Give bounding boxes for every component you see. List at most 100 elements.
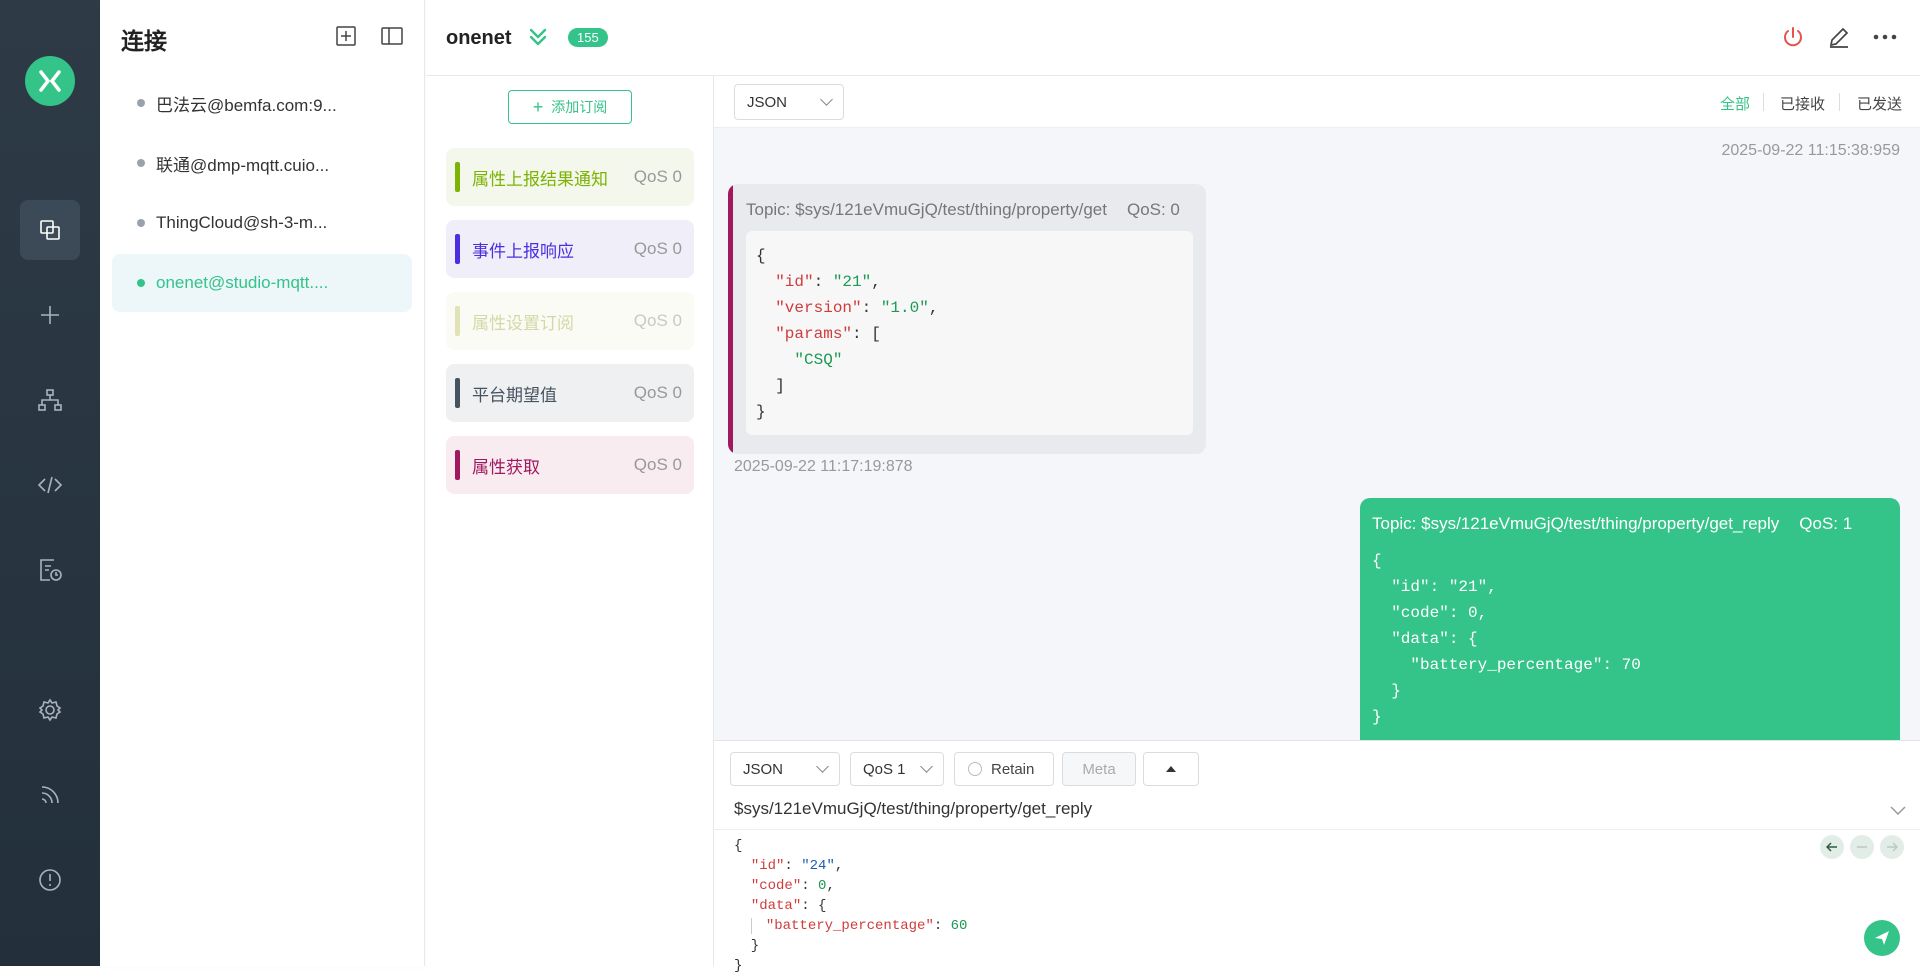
topic-qos: QoS 0 <box>633 455 682 474</box>
connections-title: 连接 <box>121 28 167 54</box>
message-filter-bar: JSON 全部 已接收 已发送 <box>714 76 1920 128</box>
arrow-right-icon[interactable] <box>1880 835 1904 859</box>
connection-item[interactable]: 联通@dmp-mqtt.cuio... <box>112 134 412 192</box>
add-subscription-label: 添加订阅 <box>551 99 608 115</box>
double-chevron-down-icon[interactable] <box>528 26 548 53</box>
payload-editor[interactable]: { "id": "24", "code": 0, "data": { "batt… <box>714 829 1920 974</box>
new-connection-icon[interactable] <box>20 285 80 345</box>
message-payload: { "id": "21", "version": "1.0", "params"… <box>746 231 1193 435</box>
chevron-down-icon[interactable] <box>1890 803 1906 821</box>
payload-code-value: 0 <box>818 878 827 894</box>
connection-header: onenet 155 <box>426 0 1920 76</box>
payload-id: "21" <box>832 273 872 291</box>
topic-alias: 属性上报结果通知 <box>472 169 608 189</box>
meta-label: Meta <box>1082 760 1116 778</box>
filter-received-tab[interactable]: 已接收 <box>1780 93 1825 114</box>
message-payload: { "id": "21", "code": 0, "data": { "batt… <box>1372 552 1641 726</box>
received-message[interactable]: Topic: $sys/121eVmuGjQ/test/thing/proper… <box>728 184 1206 454</box>
payload-param: "CSQ" <box>794 351 843 369</box>
subscription-item[interactable]: 平台期望值 QoS 0 <box>446 364 694 422</box>
meta-button[interactable]: Meta <box>1062 752 1136 786</box>
toggle-sidebar-icon[interactable] <box>380 24 404 48</box>
connections-icon[interactable] <box>20 200 80 260</box>
payload-code: 0 <box>1468 604 1478 622</box>
topic-qos: QoS 0 <box>633 311 682 330</box>
message-list[interactable]: JSON 全部 已接收 已发送 2025-09-22 11:15:38:959 … <box>714 76 1920 740</box>
status-dot <box>137 279 145 287</box>
topic-color-bar <box>455 234 460 264</box>
topology-icon[interactable] <box>20 370 80 430</box>
divider <box>1839 93 1840 111</box>
topic-color-bar <box>455 450 460 480</box>
payload-id: "24" <box>801 858 835 874</box>
message-topic: Topic: $sys/121eVmuGjQ/test/thing/proper… <box>746 200 1180 220</box>
topic-alias: 属性获取 <box>472 457 540 477</box>
connection-item-active[interactable]: onenet@studio-mqtt.... <box>112 254 412 312</box>
payload-code: { "id": "24", "code": 0, "data": { "batt… <box>734 838 968 974</box>
send-icon[interactable] <box>1864 920 1900 956</box>
topic-qos: QoS 0 <box>633 239 682 258</box>
topic-alias: 事件上报响应 <box>472 241 574 261</box>
radio-icon <box>968 762 982 776</box>
subscription-item[interactable]: 属性上报结果通知 QoS 0 <box>446 148 694 206</box>
divider <box>1763 93 1764 111</box>
connection-label: 巴法云@bemfa.com:9... <box>156 95 337 115</box>
format-value: JSON <box>743 760 784 778</box>
qos-value: QoS 1 <box>863 760 906 778</box>
topic-qos: QoS 0 <box>633 167 682 186</box>
sent-message[interactable]: Topic: $sys/121eVmuGjQ/test/thing/proper… <box>1360 498 1900 740</box>
subscription-item[interactable]: 事件上报响应 QoS 0 <box>446 220 694 278</box>
script-icon[interactable] <box>20 455 80 515</box>
connection-label: 联通@dmp-mqtt.cuio... <box>156 155 330 175</box>
publish-qos-select[interactable]: QoS 1 <box>850 752 944 786</box>
more-options-icon[interactable] <box>1870 22 1900 52</box>
topic-alias: 属性设置订阅 <box>472 313 574 333</box>
log-icon[interactable] <box>20 540 80 600</box>
qos-text: QoS: 1 <box>1799 514 1853 533</box>
edit-icon[interactable] <box>1824 22 1854 52</box>
topic-color-bar <box>455 306 460 336</box>
disconnect-power-icon[interactable] <box>1778 22 1808 52</box>
subscriptions-panel: + 添加订阅 属性上报结果通知 QoS 0 事件上报响应 QoS 0 属性设置订阅 Qo… <box>426 76 714 966</box>
retain-label: Retain <box>991 760 1035 778</box>
connection-name: onenet <box>446 27 512 49</box>
logo-icon[interactable] <box>25 56 75 106</box>
connection-label: onenet@studio-mqtt.... <box>156 273 329 292</box>
connection-label: ThingCloud@sh-3-m... <box>156 213 328 232</box>
topic-alias: 平台期望值 <box>472 385 557 405</box>
format-value: JSON <box>747 93 788 111</box>
payload-version: "1.0" <box>880 299 929 317</box>
left-nav <box>0 0 100 966</box>
subscription-item[interactable]: 属性获取 QoS 0 <box>446 436 694 494</box>
subscription-item[interactable]: 属性设置订阅 QoS 0 <box>446 292 694 350</box>
arrow-left-icon[interactable] <box>1820 835 1844 859</box>
about-icon[interactable] <box>20 850 80 910</box>
filter-sent-tab[interactable]: 已发送 <box>1857 93 1902 114</box>
settings-icon[interactable] <box>20 680 80 740</box>
message-timestamp: 2025-09-22 11:15:38:959 <box>1721 142 1900 159</box>
status-dot <box>137 219 145 227</box>
topic-color-bar <box>728 184 733 454</box>
connection-item[interactable]: ThingCloud@sh-3-m... <box>112 194 412 252</box>
chevron-down-icon <box>816 760 829 773</box>
connection-item[interactable]: 巴法云@bemfa.com:9... <box>112 74 412 132</box>
subscribe-feed-icon[interactable] <box>20 765 80 825</box>
new-connection-plus-icon[interactable] <box>334 24 358 48</box>
qos-text: QoS: 0 <box>1126 200 1180 219</box>
payload-format-select[interactable]: JSON <box>734 84 844 120</box>
retain-toggle[interactable]: Retain <box>954 752 1054 786</box>
minus-icon[interactable] <box>1850 835 1874 859</box>
chevron-down-icon <box>920 760 933 773</box>
publish-format-select[interactable]: JSON <box>730 752 840 786</box>
publish-topic-input[interactable]: $sys/121eVmuGjQ/test/thing/property/get_… <box>734 799 1092 819</box>
filter-all-tab[interactable]: 全部 <box>1720 93 1750 114</box>
connections-panel: 连接 巴法云@bemfa.com:9... 联通@dmp-mqtt.cuio..… <box>100 0 425 966</box>
message-timestamp: 2025-09-22 11:17:19:878 <box>734 458 913 475</box>
payload-battery: 60 <box>950 918 968 934</box>
status-dot <box>137 99 145 107</box>
topic-color-bar <box>455 378 460 408</box>
payload-battery: 70 <box>1621 656 1641 674</box>
collapse-button[interactable] <box>1143 752 1199 786</box>
add-subscription-button[interactable]: + 添加订阅 <box>508 90 632 124</box>
message-topic: Topic: $sys/121eVmuGjQ/test/thing/proper… <box>1372 514 1852 534</box>
